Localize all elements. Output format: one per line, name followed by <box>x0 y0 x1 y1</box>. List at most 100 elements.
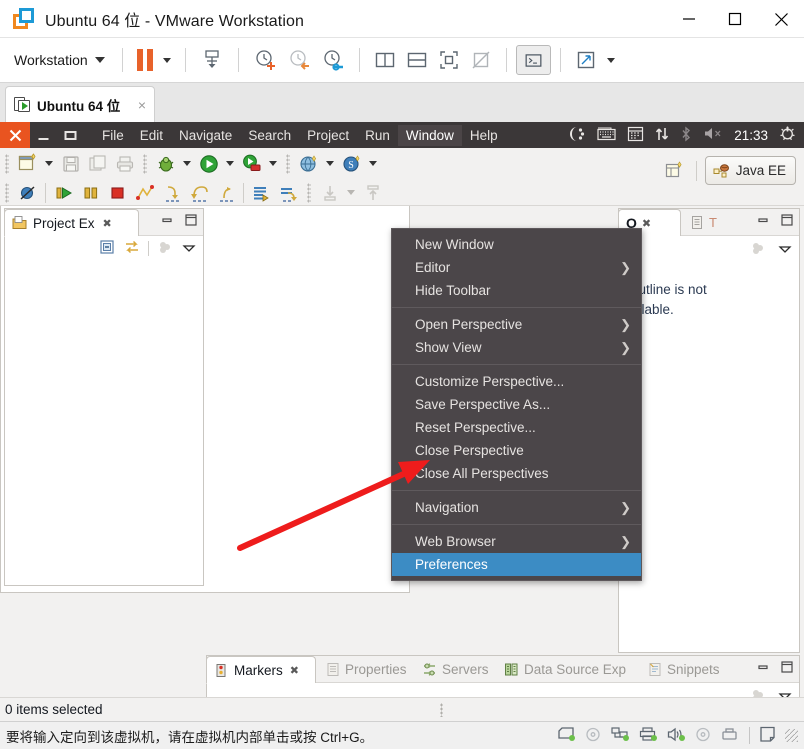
menu-window[interactable]: Window <box>397 124 462 146</box>
new-server-button[interactable] <box>295 151 322 176</box>
disconnect-button[interactable] <box>131 180 158 205</box>
snapshot-revert-button[interactable] <box>282 45 316 75</box>
forward-history-button[interactable] <box>359 180 386 205</box>
resize-grip[interactable] <box>785 729 798 742</box>
menu-navigate[interactable]: Navigate <box>171 125 240 146</box>
back-history-button[interactable] <box>316 180 343 205</box>
send-ctrl-alt-del-button[interactable] <box>195 45 229 75</box>
calendar-icon[interactable] <box>627 125 644 145</box>
menu-item-navigation[interactable]: Navigation ❯ <box>392 496 641 519</box>
debug-dropdown[interactable] <box>179 151 195 176</box>
maximize-button[interactable] <box>712 0 758 38</box>
expand-view-button[interactable] <box>570 45 602 75</box>
minimize-view-button[interactable] <box>160 214 174 229</box>
cd-drive-icon[interactable] <box>695 727 712 745</box>
menu-run[interactable]: Run <box>357 125 398 146</box>
snapshot-take-button[interactable] <box>248 45 282 75</box>
view-menu-button[interactable] <box>181 241 197 256</box>
toolbar-grip[interactable] <box>307 182 311 203</box>
run-dropdown[interactable] <box>222 151 238 176</box>
toolbar-grip[interactable] <box>143 153 147 174</box>
collapse-all-button[interactable] <box>98 238 116 259</box>
tab-data-source-explorer[interactable]: Data Source Exp <box>497 656 633 683</box>
view-menu-extra-icon[interactable] <box>749 239 767 260</box>
tab-markers[interactable]: Markers ✖ <box>206 656 316 684</box>
link-with-editor-button[interactable] <box>123 238 141 259</box>
menu-item-preferences[interactable]: Preferences <box>392 553 641 576</box>
next-annotation-button[interactable] <box>248 180 275 205</box>
save-all-button[interactable] <box>84 151 111 176</box>
menu-file[interactable]: File <box>94 125 132 146</box>
menu-search[interactable]: Search <box>240 125 299 146</box>
menu-item-show-view[interactable]: Show View ❯ <box>392 336 641 359</box>
printer-icon[interactable] <box>639 726 658 745</box>
minimize-view-button[interactable] <box>756 661 770 676</box>
close-button[interactable] <box>758 0 804 38</box>
pause-button[interactable] <box>132 45 158 75</box>
new-button[interactable] <box>14 151 41 176</box>
menu-item-reset-perspective[interactable]: Reset Perspective... <box>392 416 641 439</box>
menu-item-hide-toolbar[interactable]: Hide Toolbar <box>392 279 641 302</box>
perspective-java-ee-button[interactable]: Java EE <box>704 156 796 185</box>
network-icon[interactable] <box>611 726 630 745</box>
external-tools-dropdown[interactable] <box>265 151 281 176</box>
expand-dropdown-button[interactable] <box>602 45 620 75</box>
save-button[interactable] <box>57 151 84 176</box>
step-into-button[interactable] <box>158 180 185 205</box>
hard-disk-icon[interactable] <box>557 726 576 745</box>
menu-item-close-perspective[interactable]: Close Perspective <box>392 439 641 462</box>
view-top-bottom-button[interactable] <box>401 45 433 75</box>
pause-dropdown-button[interactable] <box>158 45 176 75</box>
guest-maximize-button[interactable] <box>57 122 84 148</box>
new-dropdown[interactable] <box>41 151 57 176</box>
sound-icon[interactable] <box>667 727 686 745</box>
close-icon[interactable]: ✖ <box>290 664 299 677</box>
menu-item-web-browser[interactable]: Web Browser ❯ <box>392 530 641 553</box>
search-button[interactable]: S <box>338 151 365 176</box>
toolbar-grip[interactable] <box>286 153 290 174</box>
skip-breakpoints-button[interactable] <box>14 180 41 205</box>
notes-icon[interactable] <box>759 726 776 746</box>
minimize-view-button[interactable] <box>756 214 770 229</box>
maximize-view-button[interactable] <box>780 660 794 677</box>
search-dropdown[interactable] <box>365 151 381 176</box>
unity-mode-button[interactable] <box>465 45 497 75</box>
view-menu-button[interactable] <box>777 242 793 257</box>
toolbar-grip[interactable] <box>5 182 9 203</box>
close-icon[interactable]: × <box>138 98 146 112</box>
fullscreen-button[interactable] <box>433 45 465 75</box>
clock[interactable]: 21:33 <box>734 128 768 143</box>
maximize-view-button[interactable] <box>184 213 198 230</box>
menu-item-save-perspective-as[interactable]: Save Perspective As... <box>392 393 641 416</box>
ubuntu-one-icon[interactable] <box>568 125 586 146</box>
view-menu-extra-icon[interactable] <box>156 238 174 259</box>
terminate-button[interactable] <box>104 180 131 205</box>
suspend-button[interactable] <box>77 180 104 205</box>
print-button[interactable] <box>111 151 138 176</box>
menu-edit[interactable]: Edit <box>132 125 171 146</box>
menu-item-open-perspective[interactable]: Open Perspective ❯ <box>392 313 641 336</box>
close-icon[interactable]: ✖ <box>103 217 112 230</box>
vm-tab-ubuntu[interactable]: Ubuntu 64 位 × <box>5 86 155 122</box>
step-return-button[interactable] <box>212 180 239 205</box>
cd-dvd-icon[interactable] <box>585 727 602 745</box>
tab-snippets[interactable]: Snippets <box>641 656 727 683</box>
maximize-view-button[interactable] <box>780 213 794 230</box>
server-dropdown[interactable] <box>322 151 338 176</box>
resume-button[interactable] <box>50 180 77 205</box>
console-view-button[interactable] <box>515 45 551 75</box>
bluetooth-icon[interactable] <box>680 126 692 145</box>
view-side-by-side-button[interactable] <box>369 45 401 75</box>
close-icon[interactable]: ✖ <box>642 217 651 230</box>
tab-task-list[interactable]: T <box>683 209 724 236</box>
run-external-tools-button[interactable] <box>238 151 265 176</box>
guest-minimize-button[interactable] <box>30 122 57 148</box>
menu-item-close-all-perspectives[interactable]: Close All Perspectives <box>392 462 641 485</box>
run-button[interactable] <box>195 151 222 176</box>
workstation-menu-button[interactable]: Workstation <box>0 48 113 72</box>
menu-item-customize-perspective[interactable]: Customize Perspective... <box>392 370 641 393</box>
network-updown-icon[interactable] <box>655 126 669 145</box>
volume-muted-icon[interactable] <box>703 126 723 144</box>
open-perspective-button[interactable] <box>661 158 688 183</box>
debug-button[interactable] <box>152 151 179 176</box>
